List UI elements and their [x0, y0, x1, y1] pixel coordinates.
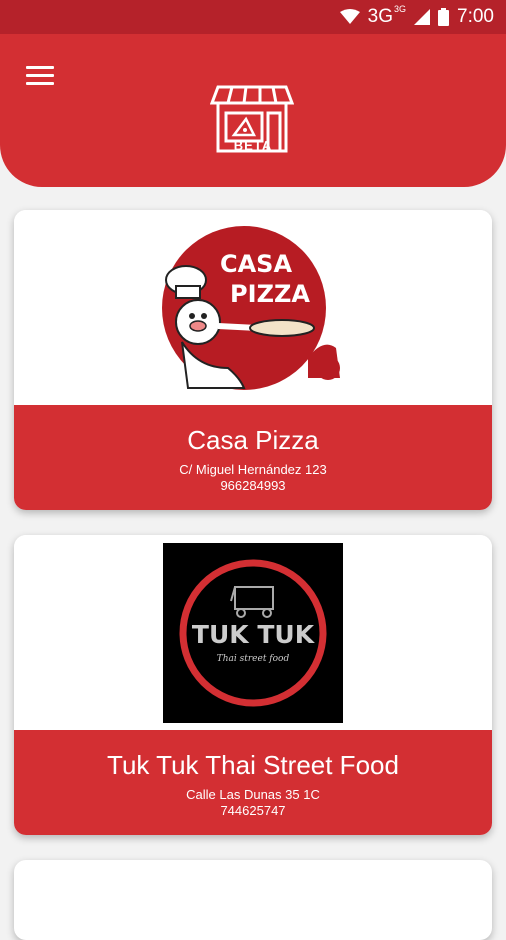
restaurant-card[interactable]: CASA PIZZA Casa Pizza C/ Miguel Hernánde… [14, 210, 492, 510]
restaurant-logo-area: CASA PIZZA [14, 210, 492, 405]
network-type: 3G3G [367, 3, 407, 27]
restaurant-phone: 744625747 [220, 803, 286, 818]
clock: 7:00 [457, 6, 494, 27]
restaurant-name: Tuk Tuk Thai Street Food [107, 750, 399, 780]
hamburger-menu-icon[interactable] [26, 66, 54, 88]
logo-text-pizza: PIZZA [230, 280, 310, 308]
restaurant-address: Calle Las Dunas 35 1C [186, 787, 320, 802]
signal-icon [414, 9, 431, 25]
logo-text-tuk-tuk: TUK TUK [192, 620, 316, 649]
restaurant-name: Casa Pizza [187, 425, 319, 455]
logo-text-casa: CASA [220, 250, 292, 278]
app-header: BETA [0, 34, 506, 187]
tuk-tuk-logo: TUK TUK Thai street food [163, 543, 343, 723]
restaurant-phone: 966284993 [220, 478, 286, 493]
restaurant-address: C/ Miguel Hernández 123 [179, 462, 327, 477]
storefront-pizza-icon [210, 85, 294, 153]
status-bar: 3G3G 7:00 [0, 0, 506, 34]
restaurant-card[interactable]: TUK TUK Thai street food Tuk Tuk Thai St… [14, 535, 492, 835]
restaurant-info: Tuk Tuk Thai Street Food Calle Las Dunas… [14, 730, 492, 835]
restaurant-card[interactable] [14, 860, 492, 940]
wifi-icon [339, 9, 360, 24]
restaurant-info: Casa Pizza C/ Miguel Hernández 123 96628… [14, 405, 492, 510]
battery-icon [438, 8, 450, 26]
beta-badge: BETA [233, 138, 273, 153]
restaurant-logo-area: TUK TUK Thai street food [14, 535, 492, 730]
casa-pizza-logo: CASA PIZZA [162, 226, 340, 390]
logo-text-subtitle: Thai street food [217, 654, 290, 664]
